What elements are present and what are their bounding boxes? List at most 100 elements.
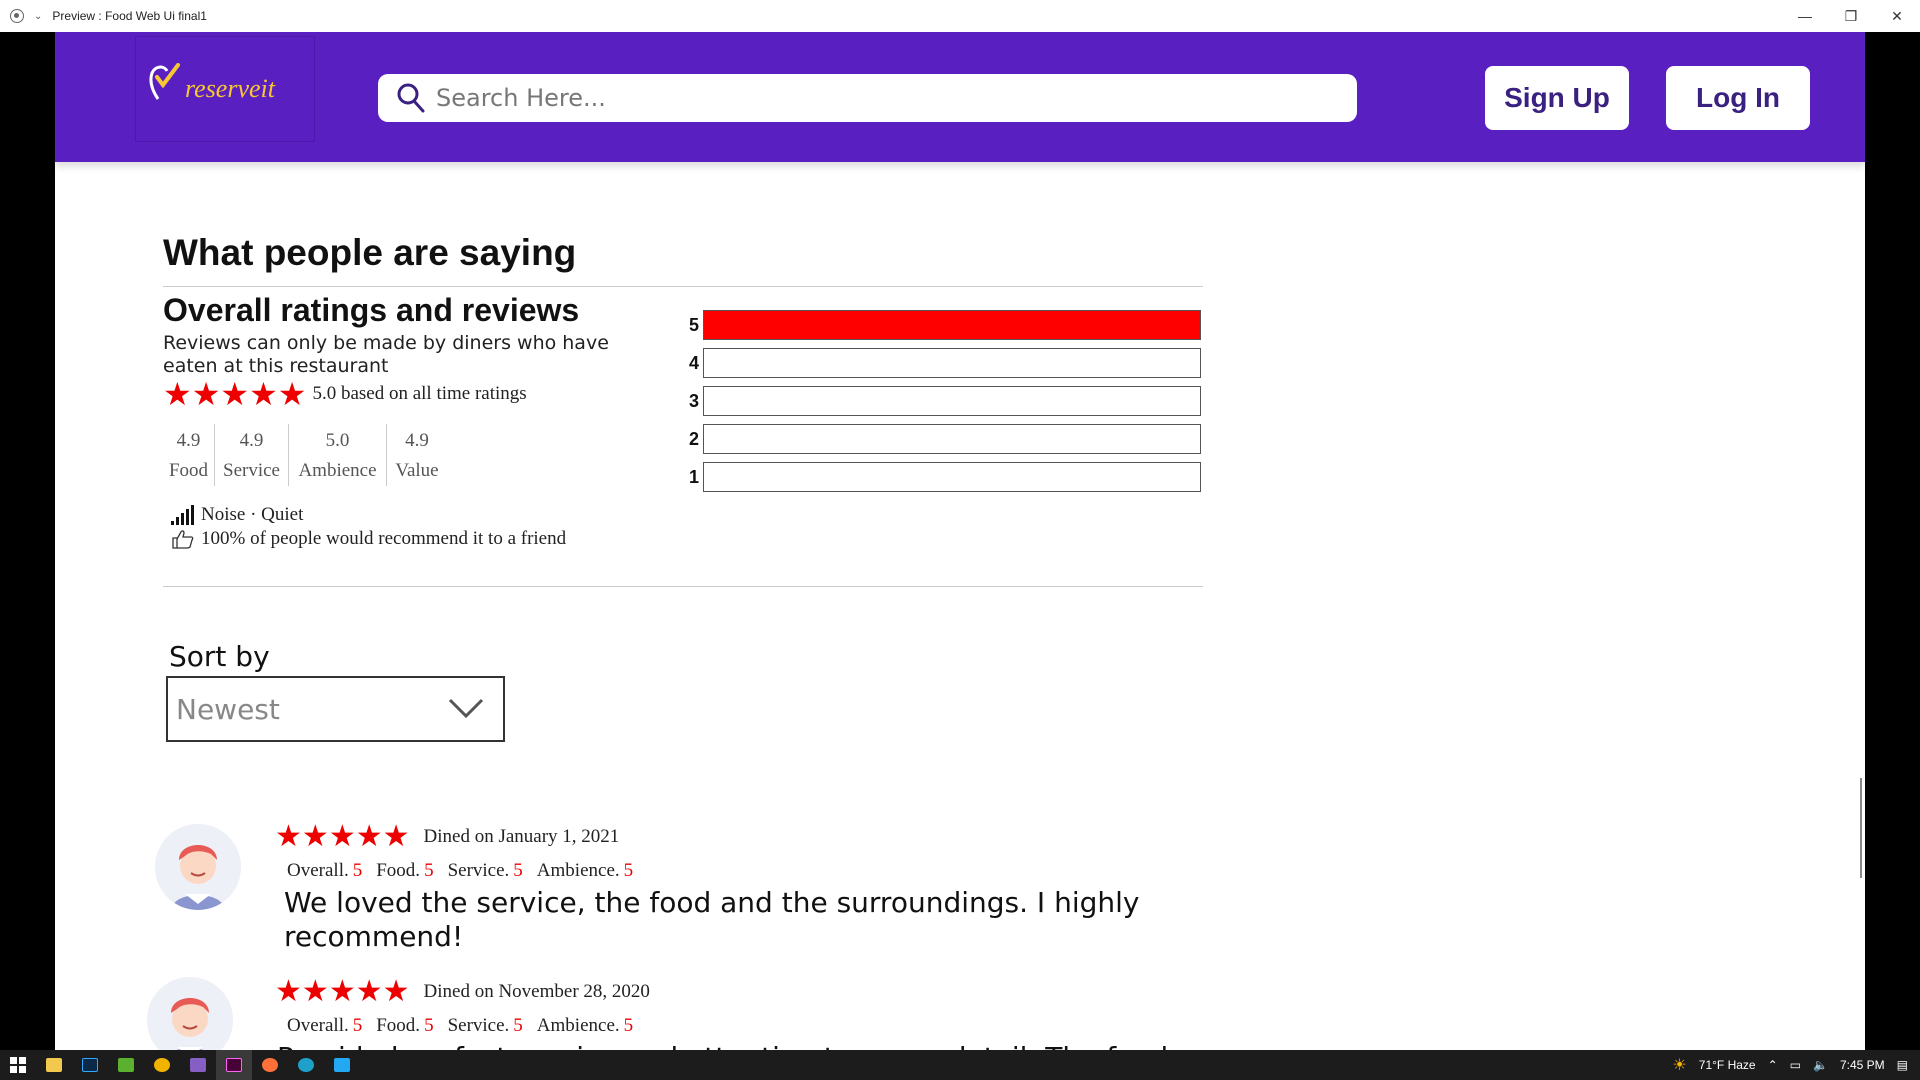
user-avatar-icon: [155, 824, 241, 910]
review-scores: Overall. 5 Food. 5 Service. 5 Ambience. 5: [287, 1015, 633, 1037]
star-icon: ★: [328, 975, 356, 1008]
minimize-button[interactable]: —: [1782, 0, 1828, 32]
sort-selected-value: Newest: [176, 692, 280, 726]
edge-icon[interactable]: [288, 1050, 324, 1080]
vscode-icon[interactable]: [324, 1050, 360, 1080]
clock[interactable]: 7:45 PM: [1840, 1058, 1885, 1072]
category-value-rating: 4.9 Value: [387, 424, 447, 486]
category-value: 4.9: [176, 430, 201, 451]
rating-summary: 5.0 based on all time ratings: [312, 383, 527, 404]
star-icon: ★: [382, 820, 410, 853]
notifications-icon[interactable]: ▤: [1897, 1058, 1908, 1072]
chrome-icon[interactable]: [144, 1050, 180, 1080]
rating-bar-track: [703, 386, 1201, 416]
close-button[interactable]: ✕: [1874, 0, 1920, 32]
rating-bar-row: 1: [683, 458, 1201, 496]
location-pin-icon: [149, 63, 180, 100]
sort-label: Sort by: [169, 640, 270, 673]
rating-distribution: 5 4 3 2 1: [683, 306, 1201, 496]
recommend-info: 100% of people would recommend it to a f…: [171, 528, 566, 550]
section-heading: What people are saying: [163, 232, 577, 273]
category-ambience: 5.0 Ambience: [289, 424, 387, 486]
divider: [163, 586, 1203, 587]
score-overall: Overall. 5: [287, 1015, 363, 1036]
star-icon: ★: [328, 820, 356, 853]
category-value: 4.9: [239, 430, 264, 451]
avatar: [147, 977, 233, 1050]
restore-button[interactable]: ❐: [1828, 0, 1874, 32]
file-explorer-icon[interactable]: [36, 1050, 72, 1080]
divider: [163, 286, 1203, 287]
thumbs-up-icon: [172, 530, 194, 549]
rating-bar-row: 2: [683, 420, 1201, 458]
rating-bar-row: 4: [683, 344, 1201, 382]
search-icon: [397, 83, 425, 113]
star-icon: ★: [301, 820, 329, 853]
category-service: 4.9 Service: [215, 424, 289, 486]
rating-bar-track: [703, 348, 1201, 378]
category-ratings: 4.9 Food 4.9 Service 5.0 Ambience 4.9 Va…: [163, 424, 447, 486]
sign-up-button[interactable]: Sign Up: [1485, 66, 1629, 130]
search-bar[interactable]: Search Here...: [378, 74, 1357, 122]
site-header: reserveit Search Here... Sign Up Log In: [55, 32, 1865, 162]
rating-bar-label: 4: [688, 352, 699, 373]
review-scores: Overall. 5 Food. 5 Service. 5 Ambience. 5: [287, 860, 633, 882]
window-titlebar: ⌄ Preview : Food Web Ui final1 — ❐ ✕: [0, 0, 1920, 32]
category-label: Service: [223, 460, 280, 481]
log-in-button[interactable]: Log In: [1666, 66, 1810, 130]
star-icon: ★: [249, 376, 278, 412]
star-icon: ★: [220, 376, 250, 412]
rating-bar-track: [703, 310, 1201, 340]
adobe-xd-icon[interactable]: [216, 1050, 252, 1080]
chevron-down-icon: [448, 698, 484, 719]
review-header: ★ ★ ★ ★ ★ Dined on January 1, 2021: [275, 822, 619, 852]
score-ambience: Ambience. 5: [536, 1015, 634, 1036]
user-avatar-icon: [147, 977, 233, 1050]
sort-dropdown[interactable]: Newest: [166, 676, 505, 742]
star-icon: ★: [275, 820, 302, 853]
review-text: We loved the service, the food and the s…: [284, 886, 1140, 953]
star-icon: ★: [355, 975, 383, 1008]
scrollbar[interactable]: [1860, 778, 1862, 878]
volume-icon[interactable]: 🔈: [1813, 1058, 1828, 1072]
rating-bar-label: 1: [688, 466, 699, 487]
signal-bars-icon: [171, 505, 194, 525]
firefox-icon[interactable]: [252, 1050, 288, 1080]
score-food: Food. 5: [376, 860, 434, 881]
reviews-note: Reviews can only be made by diners who h…: [163, 332, 609, 377]
score-overall: Overall. 5: [287, 860, 363, 881]
category-food: 4.9 Food: [163, 424, 215, 486]
app-icon: [10, 9, 24, 23]
rating-bar-label: 5: [688, 314, 699, 335]
window-title: Preview : Food Web Ui final1: [52, 9, 207, 23]
visual-studio-icon[interactable]: [180, 1050, 216, 1080]
logo[interactable]: reserveit: [135, 36, 315, 142]
avatar: [155, 824, 241, 910]
overall-rating: ★ ★ ★ ★ ★ 5.0 based on all time ratings: [163, 378, 527, 410]
photoshop-icon[interactable]: [72, 1050, 108, 1080]
review-text: Provided perfect service and attention t…: [277, 1041, 1177, 1050]
search-input[interactable]: Search Here...: [436, 84, 606, 112]
network-icon[interactable]: ▭: [1790, 1058, 1801, 1072]
weather-text[interactable]: 71°F Haze: [1699, 1058, 1756, 1072]
star-icon: ★: [163, 376, 192, 412]
noise-text: Noise · Quiet: [201, 504, 304, 525]
category-label: Ambience: [298, 460, 377, 481]
review-date: Dined on November 28, 2020: [423, 981, 650, 1002]
windows-start-icon[interactable]: [0, 1050, 36, 1080]
score-food: Food. 5: [376, 1015, 434, 1036]
star-icon: ★: [277, 376, 307, 412]
ratings-heading: Overall ratings and reviews: [163, 292, 580, 328]
taskbar: ☀ 71°F Haze ⌃ ▭ 🔈 7:45 PM ▤: [0, 1050, 1920, 1080]
logo-text: reserveit: [185, 74, 275, 103]
store-icon[interactable]: [108, 1050, 144, 1080]
chevron-up-icon[interactable]: ⌃: [1768, 1058, 1778, 1072]
score-service: Service. 5: [447, 860, 523, 881]
system-tray: ☀ 71°F Haze ⌃ ▭ 🔈 7:45 PM ▤: [1672, 1050, 1920, 1080]
chevron-down-icon[interactable]: ⌄: [34, 11, 42, 22]
star-icon: ★: [382, 975, 410, 1008]
score-service: Service. 5: [447, 1015, 523, 1036]
weather-icon[interactable]: ☀: [1672, 1055, 1686, 1075]
rating-bar-track: [703, 424, 1201, 454]
noise-level: Noise · Quiet: [171, 504, 303, 526]
